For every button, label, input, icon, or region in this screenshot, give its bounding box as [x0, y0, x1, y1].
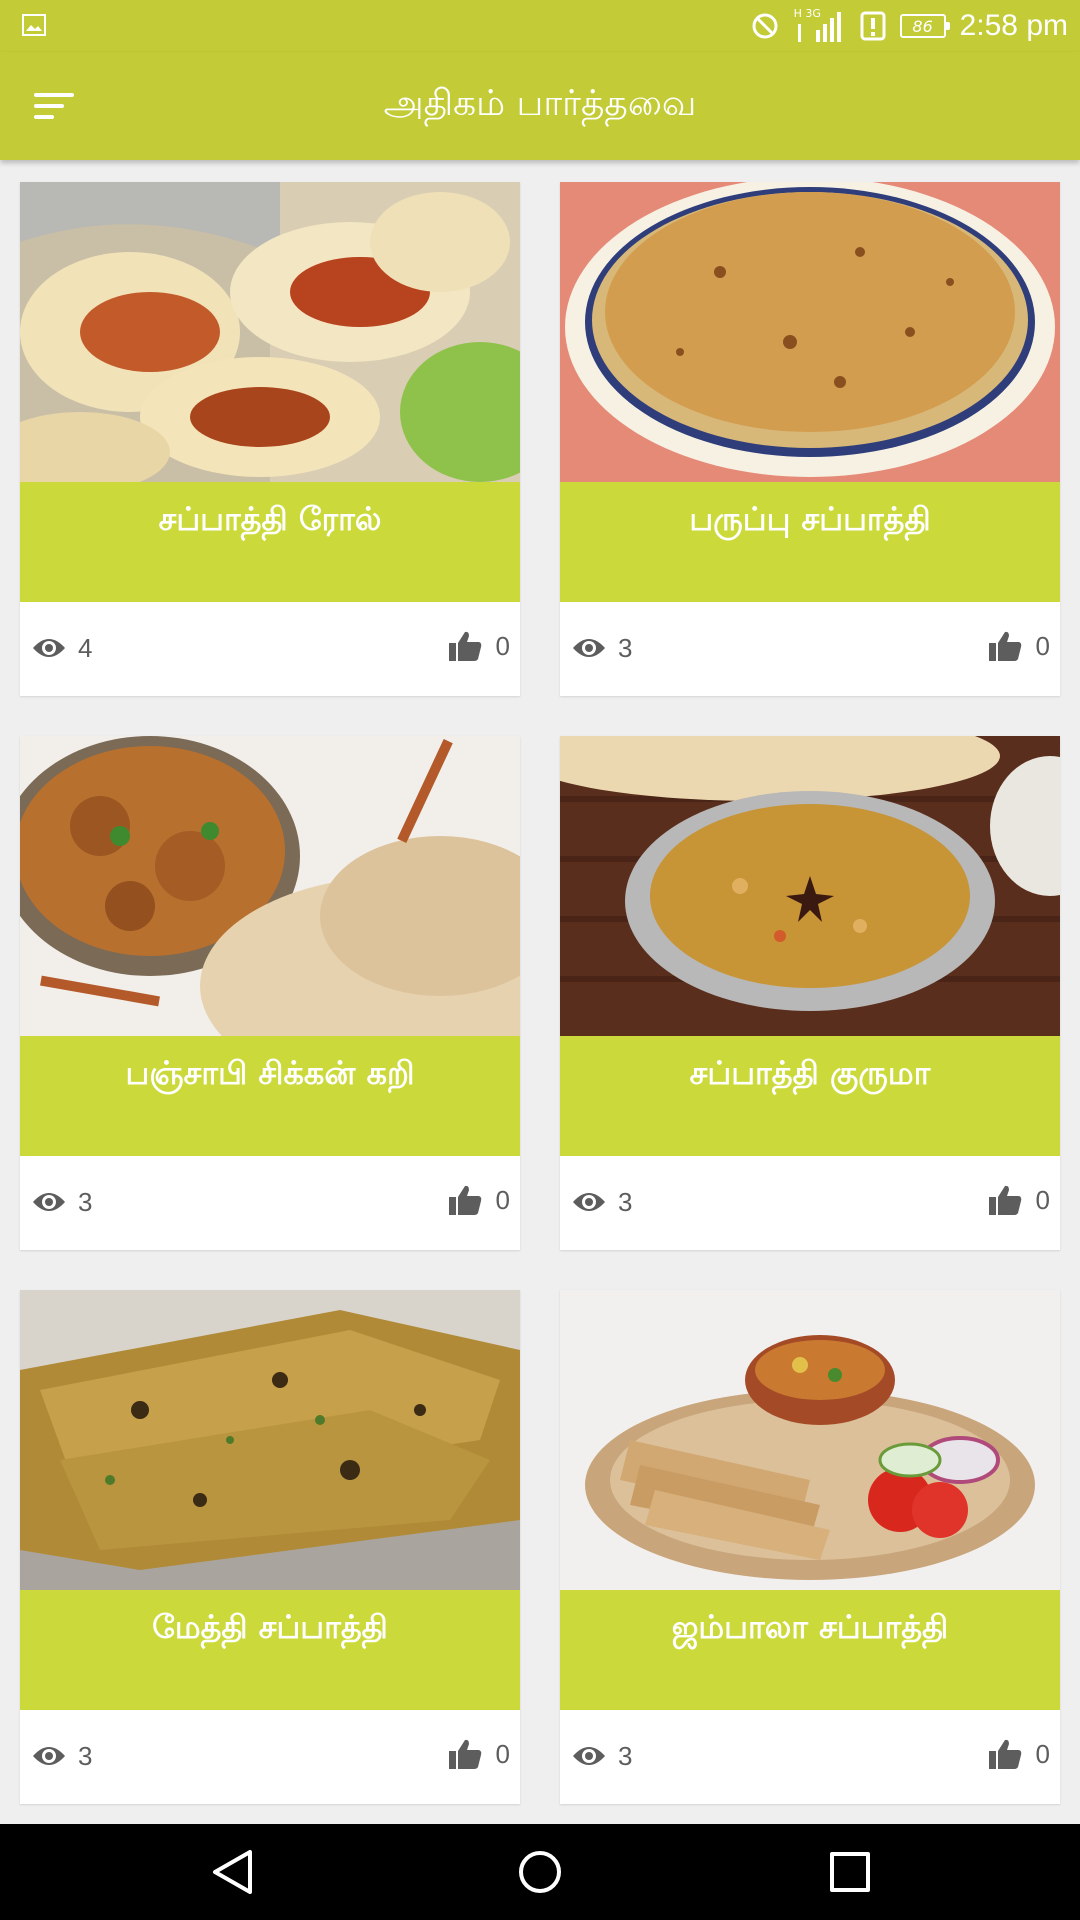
recipe-banner: பஞ்சாபி சிக்கன் கறி	[20, 1036, 520, 1156]
likes-stat[interactable]: 0	[988, 1182, 1050, 1218]
thumbs-up-icon	[448, 631, 481, 661]
recipe-stats: 3 0	[560, 1710, 1060, 1804]
status-bar: H 3G 86 2:58 pm	[0, 0, 1080, 52]
recipe-card[interactable]: சப்பாத்தி ரோல் 4 0	[20, 182, 520, 696]
eye-icon	[573, 639, 605, 657]
recipe-stats: 3 0	[560, 1156, 1060, 1250]
recipe-banner: பருப்பு சப்பாத்தி	[560, 482, 1060, 602]
recipe-title: மேத்தி சப்பாத்தி	[152, 1608, 388, 1646]
likes-stat[interactable]: 0	[448, 1182, 510, 1218]
recipe-card[interactable]: பஞ்சாபி சிக்கன் கறி 3 0	[20, 736, 520, 1250]
recipe-image-chapathi-roll	[20, 182, 520, 482]
thumbs-up-icon	[448, 1739, 481, 1769]
eye-icon	[573, 1193, 605, 1211]
likes-count: 0	[1035, 1738, 1050, 1769]
recipe-stats: 3 0	[560, 602, 1060, 696]
recipe-card[interactable]: சப்பாத்தி குருமா 3 0	[560, 736, 1060, 1250]
thumbs-up-icon	[988, 1185, 1021, 1215]
likes-count: 0	[495, 1738, 510, 1769]
eye-icon	[33, 1747, 65, 1765]
views-stat: 3	[32, 1184, 92, 1220]
recipe-banner: ஜம்பாலா சப்பாத்தி	[560, 1590, 1060, 1710]
back-icon	[213, 1850, 252, 1894]
likes-count: 0	[495, 1184, 510, 1215]
gallery-notification-icon	[22, 14, 46, 36]
recipe-image-paruppu-chapathi	[560, 182, 1060, 482]
recipe-title: சப்பாத்தி குருமா	[689, 1054, 931, 1092]
clock: 2:58 pm	[959, 9, 1068, 42]
battery-indicator: 86	[899, 14, 950, 38]
recipe-image-punjabi-chicken-curry	[20, 736, 520, 1036]
views-count: 3	[618, 1186, 633, 1217]
recipe-banner: சப்பாத்தி குருமா	[560, 1036, 1060, 1156]
views-count: 3	[78, 1740, 93, 1771]
views-count: 3	[618, 632, 633, 663]
alert-icon	[860, 11, 886, 41]
recipe-stats: 3 0	[20, 1156, 520, 1250]
thumbs-up-icon	[988, 1739, 1021, 1769]
recipe-card[interactable]: பருப்பு சப்பாத்தி 3 0	[560, 182, 1060, 696]
likes-count: 0	[1035, 630, 1050, 661]
back-button[interactable]	[172, 1824, 292, 1920]
signal-bars-icon	[797, 12, 841, 42]
recents-icon	[830, 1852, 870, 1892]
home-button[interactable]	[480, 1824, 600, 1920]
views-stat: 3	[572, 1184, 632, 1220]
thumbs-up-icon	[448, 1185, 481, 1215]
eye-icon	[573, 1747, 605, 1765]
views-stat: 3	[32, 1738, 92, 1774]
status-icons: H 3G 86 2:58 pm	[750, 0, 1068, 52]
recipe-title: பஞ்சாபி சிக்கன் கறி	[125, 1054, 415, 1092]
views-count: 4	[78, 632, 93, 663]
network-signal: H 3G	[794, 8, 846, 44]
recipe-stats: 4 0	[20, 602, 520, 696]
eye-icon	[33, 639, 65, 657]
views-stat: 3	[572, 630, 632, 666]
recipe-card[interactable]: மேத்தி சப்பாத்தி 3 0	[20, 1290, 520, 1804]
eye-icon	[33, 1193, 65, 1211]
recipe-title: ஜம்பாலா சப்பாத்தி	[671, 1608, 949, 1646]
menu-icon	[34, 93, 74, 119]
recipe-banner: சப்பாத்தி ரோல்	[20, 482, 520, 602]
system-nav-bar	[0, 1824, 1080, 1920]
views-stat: 4	[32, 630, 92, 666]
do-not-disturb-icon	[752, 13, 778, 39]
battery-level: 86	[912, 16, 933, 36]
recipe-title: சப்பாத்தி ரோல்	[158, 500, 382, 538]
views-count: 3	[618, 1740, 633, 1771]
recipe-image-methi-chapathi	[20, 1290, 520, 1590]
recipe-image-jambala-chapathi	[560, 1290, 1060, 1590]
recipe-stats: 3 0	[20, 1710, 520, 1804]
recipe-banner: மேத்தி சப்பாத்தி	[20, 1590, 520, 1710]
app-root: H 3G 86 2:58 pm அதிகம் பார்த்தவை சப்பாத்…	[0, 0, 1080, 1920]
likes-count: 0	[495, 630, 510, 661]
recipe-card[interactable]: ஜம்பாலா சப்பாத்தி 3 0	[560, 1290, 1060, 1804]
likes-stat[interactable]: 0	[988, 628, 1050, 664]
views-count: 3	[78, 1186, 93, 1217]
thumbs-up-icon	[988, 631, 1021, 661]
app-toolbar: அதிகம் பார்த்தவை	[0, 52, 1080, 160]
recents-button[interactable]	[790, 1824, 910, 1920]
page-title: அதிகம் பார்த்தவை	[383, 83, 697, 124]
home-icon	[519, 1851, 561, 1893]
likes-stat[interactable]: 0	[448, 1736, 510, 1772]
recipe-grid: சப்பாத்தி ரோல் 4 0 பருப்பு சப்பாத்தி 3 0…	[0, 160, 1080, 1824]
menu-button[interactable]	[22, 74, 86, 138]
recipe-image-chapathi-kurma	[560, 736, 1060, 1036]
likes-count: 0	[1035, 1184, 1050, 1215]
likes-stat[interactable]: 0	[448, 628, 510, 664]
recipe-title: பருப்பு சப்பாத்தி	[689, 500, 931, 538]
likes-stat[interactable]: 0	[988, 1736, 1050, 1772]
views-stat: 3	[572, 1738, 632, 1774]
